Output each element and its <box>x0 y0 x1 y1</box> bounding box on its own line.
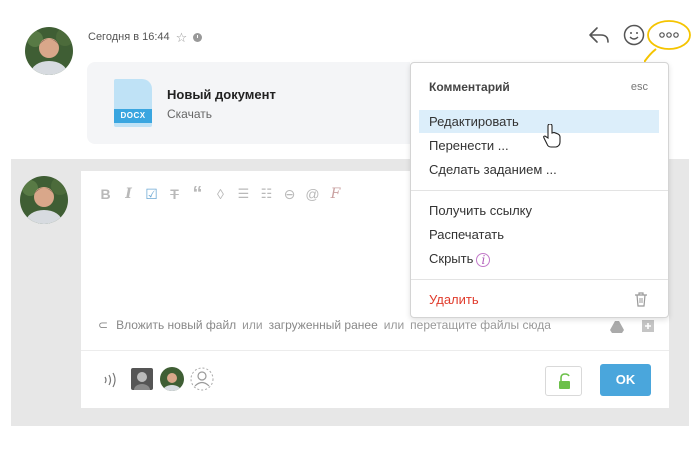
post-meta: Сегодня в 16:44 ☆ <box>88 31 203 44</box>
color-icon[interactable]: ◊ <box>209 185 232 203</box>
menu-title: Комментарий <box>429 80 510 94</box>
editor-footer-divider <box>81 350 669 351</box>
add-participant-icon[interactable] <box>190 367 214 396</box>
notify-sound-icon[interactable] <box>101 372 117 393</box>
bold-icon[interactable]: B <box>94 185 117 203</box>
participant-avatar-1[interactable] <box>131 368 153 390</box>
drive-icon[interactable] <box>610 320 624 338</box>
private-toggle-button[interactable] <box>545 366 582 396</box>
menu-item-move[interactable]: Перенести ... <box>419 134 659 157</box>
submit-ok-button[interactable]: OK <box>600 364 651 396</box>
attach-new-file-link[interactable]: Вложить новый файл <box>116 318 237 332</box>
checkbox-icon[interactable]: ☑ <box>140 185 163 203</box>
bullet-list-icon[interactable]: ☰ <box>232 185 255 203</box>
emoji-icon[interactable] <box>622 23 646 52</box>
attachment-download-link[interactable]: Скачать <box>167 107 212 121</box>
comment-context-menu: Комментарий esc Редактировать Перенести … <box>410 62 669 318</box>
hand-cursor-icon <box>543 123 561 153</box>
quote-icon[interactable]: “ <box>186 184 209 204</box>
menu-item-delete[interactable]: Удалить <box>419 288 659 311</box>
link-icon[interactable]: ⊖ <box>278 185 301 203</box>
post-author-avatar[interactable] <box>25 27 73 75</box>
post-timestamp: Сегодня в 16:44 <box>88 31 170 43</box>
strikethrough-icon[interactable]: T <box>163 185 186 203</box>
menu-divider-1 <box>411 190 668 191</box>
clock-icon <box>193 32 203 42</box>
mention-icon[interactable]: @ <box>301 185 324 203</box>
docx-type-badge: DOCX <box>114 109 152 123</box>
formatting-toolbar: B I ☑ T “ ◊ ☰ ☷ ⊖ @ F <box>94 184 347 204</box>
attach-uploaded-link[interactable]: загруженный ранее <box>268 318 378 332</box>
add-file-icon[interactable] <box>641 319 655 338</box>
menu-esc-hint[interactable]: esc <box>631 81 648 93</box>
italic-icon[interactable]: I <box>117 185 140 203</box>
menu-item-hide-label: Скрыть <box>429 251 474 266</box>
menu-item-edit[interactable]: Редактировать <box>419 110 659 133</box>
info-icon[interactable]: i <box>476 253 491 267</box>
menu-item-make-task[interactable]: Сделать заданием ... <box>419 158 659 181</box>
unlock-icon <box>559 373 570 389</box>
or-text-2: или <box>383 318 405 332</box>
menu-item-get-link[interactable]: Получить ссылку <box>419 199 659 222</box>
paperclip-icon: ⊂ <box>98 318 109 332</box>
star-icon[interactable]: ☆ <box>176 31 188 44</box>
participant-avatar-2[interactable] <box>160 367 184 391</box>
numbered-list-icon[interactable]: ☷ <box>255 185 278 203</box>
menu-item-print[interactable]: Распечатать <box>419 223 659 246</box>
attach-file-line: ⊂ Вложить новый файл или загруженный ранее и… <box>98 318 590 332</box>
clear-format-icon[interactable]: F <box>324 185 347 203</box>
menu-item-hide[interactable]: Скрыть i <box>419 247 659 270</box>
drag-files-hint: перетащите файлы сюда <box>410 318 551 332</box>
menu-divider-2 <box>411 279 668 280</box>
reply-icon[interactable] <box>587 25 611 50</box>
docx-file-icon[interactable]: DOCX <box>114 79 152 127</box>
trash-icon[interactable] <box>634 292 648 312</box>
attachment-title[interactable]: Новый документ <box>167 87 276 102</box>
or-text-1: или <box>242 318 263 332</box>
current-user-avatar <box>20 176 68 224</box>
